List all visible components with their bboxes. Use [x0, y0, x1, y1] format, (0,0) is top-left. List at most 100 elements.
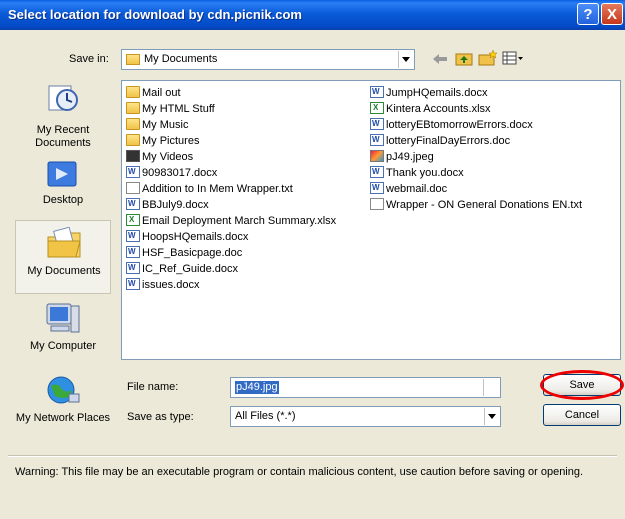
txt-file-icon [370, 198, 384, 210]
save-as-type-label: Save as type: [127, 411, 194, 423]
close-button[interactable]: X [601, 3, 623, 25]
file-name: HSF_Basicpage.doc [142, 247, 243, 259]
word-file-icon [126, 228, 140, 244]
file-name: pJ49.jpeg [386, 151, 434, 163]
place-my-computer[interactable]: My Computer [15, 296, 111, 368]
file-name: Kintera Accounts.xlsx [386, 103, 491, 115]
new-folder-icon[interactable] [478, 49, 498, 67]
help-button[interactable]: ? [577, 3, 599, 25]
file-name: webmail.doc [386, 183, 448, 195]
network-places-icon [47, 376, 80, 404]
file-item[interactable]: IC_Ref_Guide.docx [126, 260, 238, 277]
file-item[interactable]: My Videos [126, 149, 193, 165]
file-name: Email Deployment March Summary.xlsx [142, 215, 337, 227]
cancel-button[interactable]: Cancel [543, 404, 621, 426]
title-bar: Select location for download by cdn.picn… [0, 0, 625, 30]
file-name: IC_Ref_Guide.docx [142, 263, 238, 275]
file-item[interactable]: Wrapper - ON General Donations EN.txt [370, 197, 582, 213]
file-name: Addition to In Mem Wrapper.txt [142, 183, 293, 195]
file-item[interactable]: Mail out [126, 85, 181, 101]
excel-file-icon [126, 212, 140, 228]
file-item[interactable]: HoopsHQemails.docx [126, 228, 249, 245]
place-label: My Recent Documents [35, 124, 91, 149]
my-computer-icon [46, 303, 80, 333]
excel-file-icon [370, 100, 384, 116]
txt-file-icon [126, 182, 140, 194]
file-name: HoopsHQemails.docx [142, 231, 249, 243]
my-documents-icon [47, 227, 81, 258]
file-name: My Music [142, 119, 189, 131]
file-item[interactable]: Email Deployment March Summary.xlsx [126, 212, 337, 229]
file-item[interactable]: My Music [126, 117, 188, 133]
file-list[interactable]: Mail out My HTML Stuff My Music My Pictures… [121, 80, 621, 360]
file-item[interactable]: BBJuly9.docx [126, 196, 209, 213]
file-item[interactable]: HSF_Basicpage.doc [126, 244, 243, 261]
up-folder-icon[interactable] [455, 50, 473, 66]
places-bar: My Recent Documents Desktop My Documents… [15, 72, 113, 450]
file-item[interactable]: JumpHQemails.docx [370, 84, 488, 101]
place-label: My Network Places [15, 412, 111, 424]
word-file-icon [126, 276, 140, 292]
file-name: issues.docx [142, 279, 200, 291]
file-item[interactable]: Addition to In Mem Wrapper.txt [126, 181, 293, 197]
word-file-icon [370, 116, 384, 132]
file-item[interactable]: My HTML Stuff [126, 101, 215, 117]
file-name: Mail out [142, 87, 181, 99]
save-as-type-value: All Files (*.*) [235, 410, 296, 422]
back-icon[interactable] [432, 53, 448, 65]
file-item[interactable]: 90983017.docx [126, 164, 218, 181]
recent-documents-icon [48, 85, 78, 111]
file-name: My HTML Stuff [142, 103, 215, 115]
save-as-type-dropdown[interactable]: All Files (*.*) [230, 406, 501, 427]
folder-icon [126, 54, 140, 65]
word-file-icon [370, 84, 384, 100]
file-item[interactable]: webmail.doc [370, 180, 448, 197]
word-file-icon [126, 196, 140, 212]
word-file-icon [370, 164, 384, 180]
file-item[interactable]: lotteryFinalDayErrors.doc [370, 132, 511, 149]
divider [8, 455, 617, 457]
file-name: lotteryFinalDayErrors.doc [386, 135, 511, 147]
video-file-icon [126, 150, 140, 162]
file-name-value: pJ49.jpg [235, 381, 279, 394]
file-item[interactable]: issues.docx [126, 276, 200, 293]
folder-icon [126, 86, 140, 98]
file-name: BBJuly9.docx [142, 199, 209, 211]
file-item[interactable]: Thank you.docx [370, 164, 464, 181]
file-name: 90983017.docx [142, 167, 218, 179]
file-name: lotteryEBtomorrowErrors.docx [386, 119, 533, 131]
word-file-icon [126, 164, 140, 180]
save-in-label: Save in: [69, 53, 109, 65]
place-my-network-places[interactable]: My Network Places [15, 368, 111, 446]
folder-icon [126, 102, 140, 114]
place-my-recent-documents[interactable]: My Recent Documents [15, 74, 111, 149]
warning-text: Warning: This file may be an executable … [15, 466, 584, 478]
save-in-value: My Documents [144, 53, 218, 65]
chevron-down-icon[interactable] [398, 51, 413, 68]
chevron-down-icon[interactable] [484, 408, 499, 425]
file-item[interactable]: pJ49.jpeg [370, 149, 434, 165]
file-name: Wrapper - ON General Donations EN.txt [386, 199, 583, 211]
file-name: My Pictures [142, 135, 200, 147]
place-my-documents[interactable]: My Documents [15, 220, 111, 294]
file-item[interactable]: My Pictures [126, 133, 199, 149]
highlight-circle [540, 370, 624, 400]
file-name: JumpHQemails.docx [386, 87, 488, 99]
file-name-label: File name: [127, 381, 179, 393]
file-item[interactable]: Kintera Accounts.xlsx [370, 100, 491, 117]
place-label: Desktop [42, 194, 84, 206]
view-menu-icon[interactable] [502, 50, 524, 66]
place-desktop[interactable]: Desktop [15, 150, 111, 222]
folder-icon [126, 134, 140, 146]
word-file-icon [126, 260, 140, 276]
save-in-dropdown[interactable]: My Documents [121, 49, 415, 70]
folder-icon [126, 118, 140, 130]
place-label: My Computer [29, 340, 97, 352]
chevron-down-icon[interactable] [483, 379, 499, 396]
file-name-input[interactable]: pJ49.jpg [230, 377, 501, 398]
file-name: Thank you.docx [386, 167, 464, 179]
file-name: My Videos [142, 151, 194, 163]
word-file-icon [370, 132, 384, 148]
desktop-icon [47, 161, 77, 187]
file-item[interactable]: lotteryEBtomorrowErrors.docx [370, 116, 533, 133]
